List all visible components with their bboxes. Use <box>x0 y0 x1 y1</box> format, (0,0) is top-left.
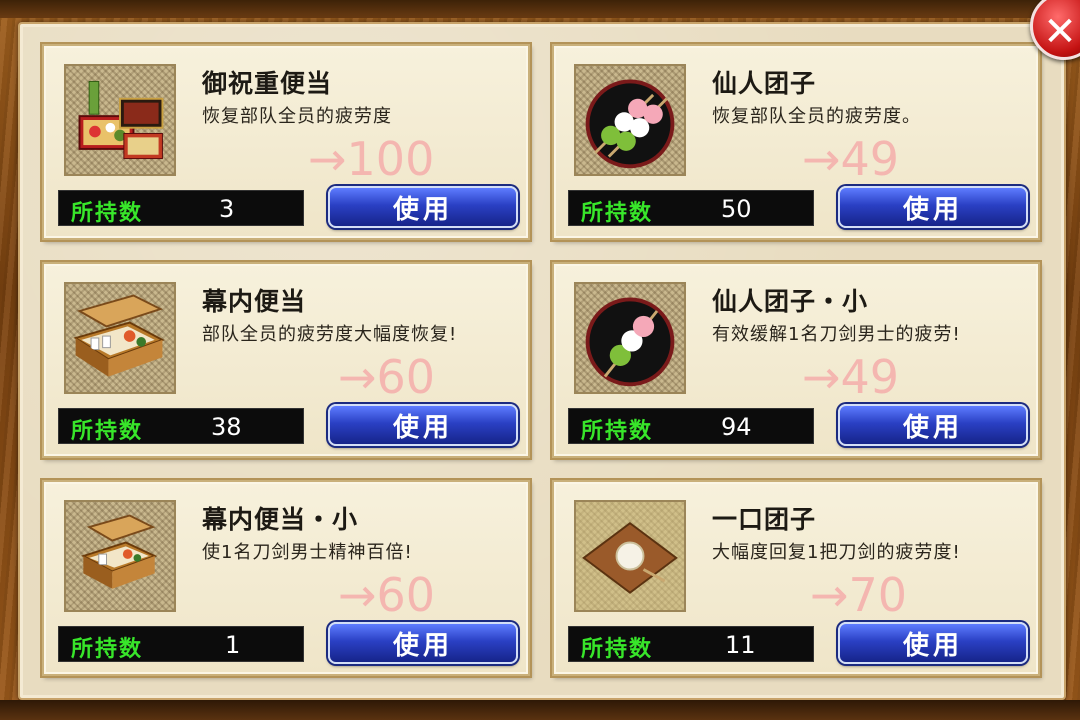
owned-count-value: 1 <box>225 631 241 659</box>
owned-count-bar: 所持数 94 <box>568 408 814 444</box>
item-name: 仙人团子・小 <box>712 287 869 316</box>
dango-plate-icon <box>574 64 686 176</box>
owned-count-value: 50 <box>721 195 752 223</box>
item-card: 一口团子 大幅度回复1把刀剑的疲劳度! →70 所持数 11 使用 <box>552 480 1040 676</box>
use-button[interactable]: 使用 <box>328 404 518 446</box>
item-description: 部队全员的疲劳度大幅度恢复! <box>202 324 458 345</box>
item-name: 幕内便当・小 <box>202 505 359 534</box>
owned-count-value: 3 <box>219 195 235 223</box>
owned-count-bar: 所持数 11 <box>568 626 814 662</box>
recovery-value: →49 <box>802 132 900 186</box>
recovery-value: →100 <box>308 132 435 186</box>
item-description: 大幅度回复1把刀剑的疲劳度! <box>712 542 961 563</box>
use-button[interactable]: 使用 <box>838 622 1028 664</box>
item-card: 幕内便当 部队全员的疲劳度大幅度恢复! →60 所持数 38 使用 <box>42 262 530 458</box>
owned-count-label: 所持数 <box>71 419 144 444</box>
owned-count-bar: 所持数 50 <box>568 190 814 226</box>
item-card: 仙人团子 恢复部队全员的疲劳度。 →49 所持数 50 使用 <box>552 44 1040 240</box>
item-card: 御祝重便当 恢复部队全员的疲劳度 →100 所持数 3 使用 <box>42 44 530 240</box>
item-name: 一口团子 <box>712 505 817 534</box>
owned-count-value: 94 <box>721 413 752 441</box>
use-button[interactable]: 使用 <box>838 186 1028 228</box>
item-description: 恢复部队全员的疲劳度。 <box>712 106 921 127</box>
item-description: 恢复部队全员的疲劳度 <box>202 106 392 127</box>
top-bar <box>0 0 1080 18</box>
item-card: 仙人团子・小 有效缓解1名刀剑男士的疲劳! →49 所持数 94 使用 <box>552 262 1040 458</box>
makunouchi-small-icon <box>64 500 176 612</box>
use-button[interactable]: 使用 <box>838 404 1028 446</box>
owned-count-bar: 所持数 3 <box>58 190 304 226</box>
makunouchi-bento-icon <box>64 282 176 394</box>
use-button[interactable]: 使用 <box>328 622 518 664</box>
item-name: 幕内便当 <box>202 287 307 316</box>
item-name: 御祝重便当 <box>202 69 333 98</box>
owned-count-label: 所持数 <box>581 419 654 444</box>
bottom-strip <box>0 700 1080 720</box>
recovery-value: →70 <box>810 568 908 622</box>
owned-count-label: 所持数 <box>581 637 654 662</box>
jubako-bento-icon <box>64 64 176 176</box>
owned-count-label: 所持数 <box>71 637 144 662</box>
dango-small-icon <box>574 282 686 394</box>
recovery-value: →49 <box>802 350 900 404</box>
item-name: 仙人团子 <box>712 69 817 98</box>
use-button[interactable]: 使用 <box>328 186 518 228</box>
owned-count-bar: 所持数 1 <box>58 626 304 662</box>
close-icon: ✕ <box>1043 9 1077 55</box>
recovery-value: →60 <box>338 350 436 404</box>
owned-count-label: 所持数 <box>71 201 144 226</box>
owned-count-label: 所持数 <box>581 201 654 226</box>
item-description: 有效缓解1名刀剑男士的疲劳! <box>712 324 961 345</box>
owned-count-bar: 所持数 38 <box>58 408 304 444</box>
item-description: 使1名刀剑男士精神百倍! <box>202 542 413 563</box>
hitokuchi-dango-icon <box>574 500 686 612</box>
owned-count-value: 38 <box>211 413 242 441</box>
item-card: 幕内便当・小 使1名刀剑男士精神百倍! →60 所持数 1 使用 <box>42 480 530 676</box>
recovery-value: →60 <box>338 568 436 622</box>
owned-count-value: 11 <box>725 631 756 659</box>
